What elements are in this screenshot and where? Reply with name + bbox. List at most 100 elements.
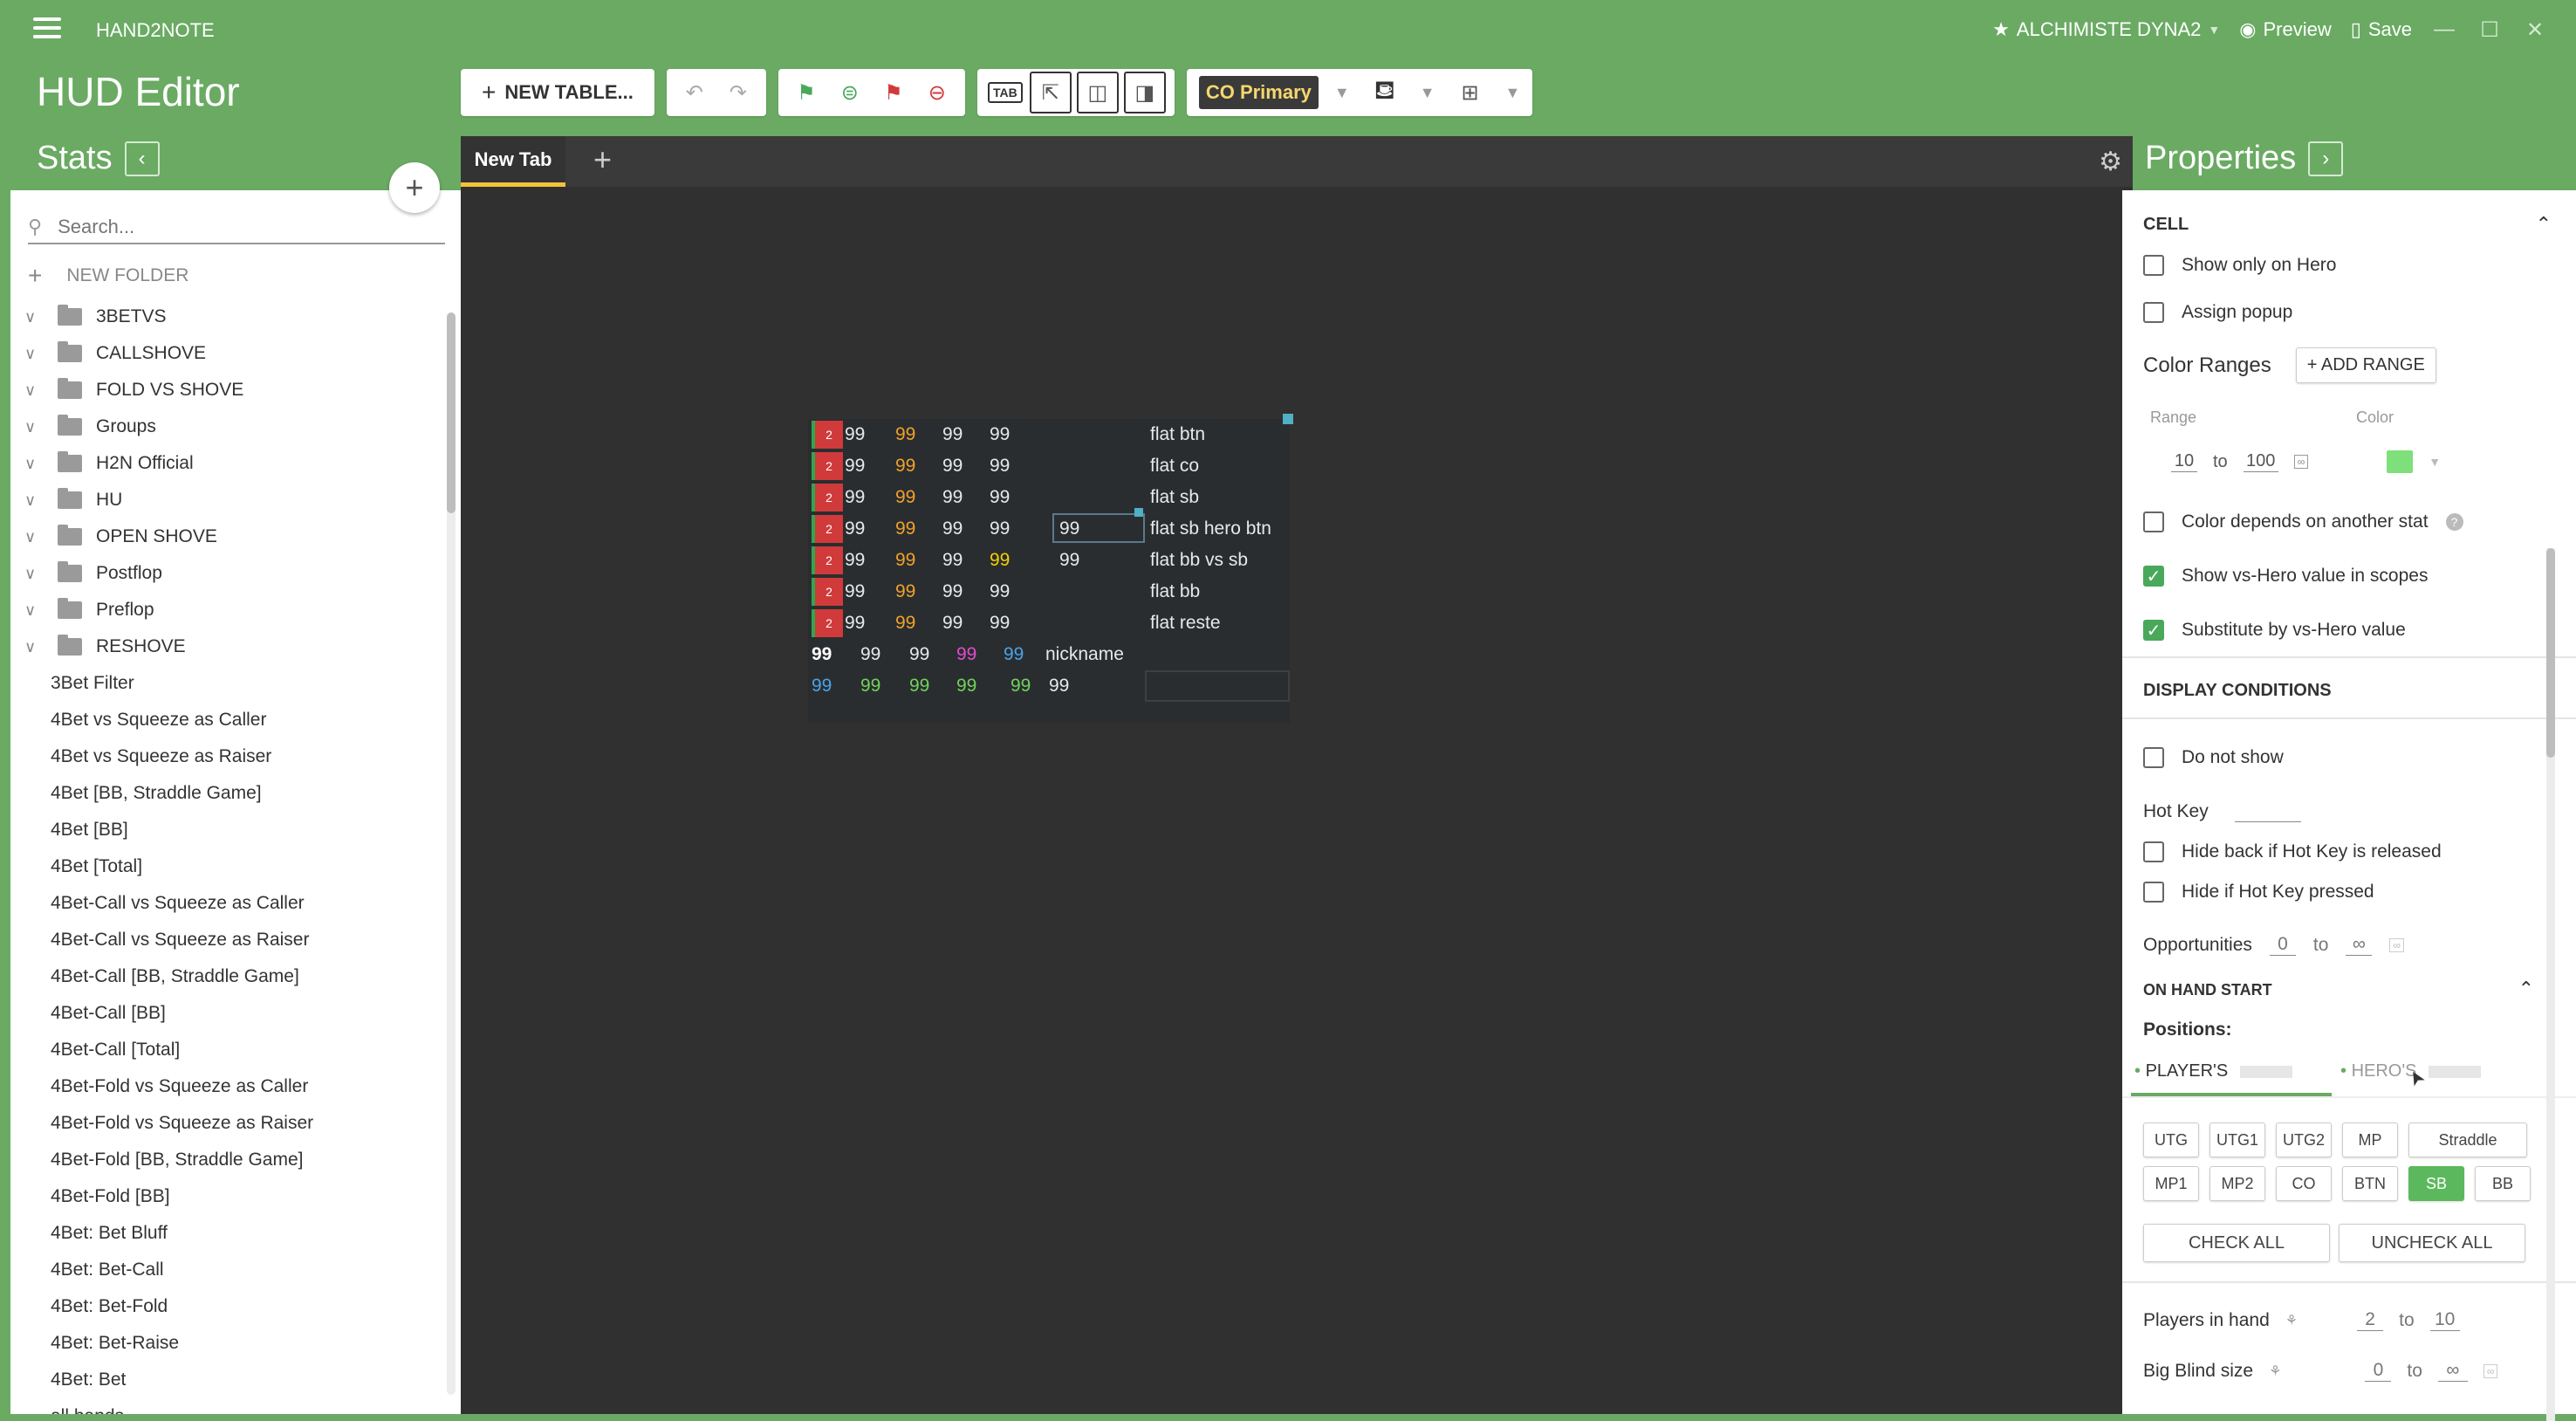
hud-nickname-cell[interactable]: nickname	[1045, 644, 1124, 665]
chevron-down-icon[interactable]: ▼	[1334, 84, 1350, 102]
hud-stat-cell[interactable]: 99	[895, 456, 915, 477]
add-stat-button[interactable]: +	[389, 162, 440, 213]
new-folder-button[interactable]: + NEW FOLDER	[28, 262, 188, 290]
hud-label-cell[interactable]: flat reste	[1150, 613, 1221, 634]
hud-badge-cell[interactable]: 2	[812, 452, 843, 480]
folder-item[interactable]: ∨ CALLSHOVE	[10, 335, 447, 372]
add-player-icon[interactable]: ⚑	[787, 73, 826, 112]
grid-icon[interactable]: ⊞	[1451, 73, 1490, 112]
position-button[interactable]: BTN	[2342, 1166, 2398, 1201]
chevron-down-icon[interactable]: ∨	[24, 455, 51, 473]
folder-item[interactable]: ∨ RESHOVE	[10, 628, 447, 665]
hud-stat-cell[interactable]: 99	[845, 487, 865, 508]
chevron-down-icon[interactable]: ∨	[24, 565, 51, 583]
hud-stat-cell[interactable]: 99	[1049, 676, 1069, 697]
hud-stat-cell[interactable]: 99	[956, 676, 976, 697]
position-button[interactable]: SB	[2408, 1166, 2464, 1201]
hud-stat-cell[interactable]: 99	[895, 487, 915, 508]
preview-button[interactable]: ◉ Preview	[2239, 18, 2331, 41]
bb-from-input[interactable]: 0	[2365, 1360, 2392, 1382]
position-button[interactable]: BB	[2475, 1166, 2531, 1201]
resize-handle[interactable]	[1283, 414, 1293, 424]
hud-stat-cell[interactable]: 99	[845, 518, 865, 539]
empty-cell[interactable]	[1145, 670, 1290, 702]
infinity-toggle-icon[interactable]: ∞	[2293, 455, 2309, 469]
position-button[interactable]: CO	[2276, 1166, 2332, 1201]
maximize-icon[interactable]: ☐	[2477, 17, 2503, 43]
stat-item[interactable]: 3Bet Filter	[10, 665, 447, 702]
folder-item[interactable]: ∨ 3BETVS	[10, 299, 447, 335]
chevron-down-icon[interactable]: ▼	[1505, 84, 1521, 102]
range-color-swatch[interactable]	[2387, 450, 2414, 473]
do-not-show-checkbox[interactable]: Do not show	[2143, 747, 2576, 768]
minimize-icon[interactable]: —	[2431, 17, 2457, 42]
hud-stat-cell[interactable]: 99	[1059, 518, 1079, 539]
hud-panel[interactable]: 2 99 99 99 99 flat btn 2 99 99 99 99 flat co 2 99 99 99…	[808, 414, 1293, 723]
hud-stat-cell[interactable]: 99	[909, 644, 929, 665]
profile-select[interactable]: CO Primary	[1198, 76, 1319, 109]
split-icon[interactable]: ◨	[1123, 72, 1166, 113]
hud-label-cell[interactable]: flat bb	[1150, 581, 1200, 602]
pih-from-input[interactable]: 2	[2357, 1309, 2384, 1331]
stat-item[interactable]: 4Bet-Fold [BB]	[10, 1178, 447, 1215]
save-button[interactable]: ▯ Save	[2351, 18, 2412, 41]
stat-item[interactable]: 4Bet vs Squeeze as Caller	[10, 702, 447, 738]
chevron-up-icon[interactable]: ⌃	[2518, 978, 2534, 1000]
hud-stat-cell[interactable]: 99	[942, 456, 963, 477]
folder-item[interactable]: ∨ Preflop	[10, 592, 447, 628]
stat-item[interactable]: 4Bet [BB]	[10, 812, 447, 848]
collapse-left-icon[interactable]: ‹	[124, 141, 160, 176]
stat-item[interactable]: 4Bet: Bet Bluff	[10, 1215, 447, 1252]
profile-selector[interactable]: ★ ALCHIMISTE DYNA2 ▼	[1992, 18, 2220, 41]
range-to-input[interactable]: 100	[2243, 451, 2278, 472]
hud-stat-cell[interactable]: 99	[895, 424, 915, 445]
bb-to-input[interactable]: ∞	[2437, 1360, 2468, 1382]
hud-stat-cell[interactable]: 99	[845, 581, 865, 602]
hud-badge-cell[interactable]: 2	[812, 578, 843, 606]
hud-stat-cell[interactable]: 99	[895, 581, 915, 602]
infinity-toggle-icon[interactable]: ∞	[2483, 1363, 2498, 1378]
folder-item[interactable]: ∨ H2N Official	[10, 445, 447, 482]
hud-canvas[interactable]: New Tab + ⚙ 2 99 99 99 99 flat btn 2 99 99 99 99 fl…	[461, 136, 2133, 1414]
paint-bucket-icon[interactable]: ⛾	[1366, 73, 1404, 112]
hud-badge-cell[interactable]: 2	[812, 609, 843, 637]
collapse-right-icon[interactable]: ›	[2308, 141, 2344, 176]
remove-player-icon[interactable]: ⚑	[874, 73, 913, 112]
hud-stat-cell[interactable]: 99	[942, 487, 963, 508]
substitute-checkbox[interactable]: ✓ Substitute by vs-Hero value	[2143, 620, 2576, 641]
uncheck-all-button[interactable]: UNCHECK ALL	[2339, 1224, 2525, 1262]
hud-badge-cell[interactable]: 2	[812, 484, 843, 511]
hud-stat-cell[interactable]: 99	[990, 424, 1010, 445]
stat-item[interactable]: 4Bet-Fold vs Squeeze as Caller	[10, 1068, 447, 1105]
chevron-down-icon[interactable]: ∨	[24, 418, 51, 436]
hud-stat-cell[interactable]: 99	[942, 613, 963, 634]
hud-stat-cell[interactable]: 99	[1004, 644, 1024, 665]
stat-item[interactable]: 4Bet: Bet-Fold	[10, 1288, 447, 1325]
hud-badge-cell[interactable]: 2	[812, 546, 843, 574]
chevron-down-icon[interactable]: ▼	[1420, 84, 1435, 102]
hud-stat-cell[interactable]: 99	[845, 424, 865, 445]
hud-badge-cell[interactable]: 2	[812, 421, 843, 449]
cursor-icon[interactable]: ⇱	[1029, 72, 1072, 113]
hud-label-cell[interactable]: flat btn	[1150, 424, 1205, 445]
add-range-button[interactable]: + ADD RANGE	[2295, 347, 2436, 383]
hud-label-cell[interactable]: flat co	[1150, 456, 1199, 477]
hide-if-checkbox[interactable]: Hide if Hot Key pressed	[2143, 882, 2576, 903]
resize-handle[interactable]	[1134, 508, 1143, 517]
hud-stat-cell[interactable]: 99	[990, 518, 1010, 539]
hud-stat-cell[interactable]: 99	[990, 550, 1010, 571]
folder-item[interactable]: ∨ OPEN SHOVE	[10, 518, 447, 555]
stat-item[interactable]: 4Bet-Call [BB]	[10, 995, 447, 1032]
hud-stat-cell[interactable]: 99	[990, 487, 1010, 508]
search-input[interactable]	[56, 215, 427, 239]
stat-item[interactable]: 4Bet: Bet	[10, 1362, 447, 1398]
menu-icon[interactable]	[33, 17, 61, 42]
redo-icon[interactable]: ↷	[719, 73, 757, 112]
hud-stat-cell[interactable]: 99	[990, 581, 1010, 602]
hud-stat-cell[interactable]: 99	[1011, 676, 1031, 697]
hud-stat-cell[interactable]: 99	[895, 518, 915, 539]
hud-stat-cell[interactable]: 99	[990, 613, 1010, 634]
hud-label-cell[interactable]: flat sb	[1150, 487, 1199, 508]
assign-popup-checkbox[interactable]: Assign popup	[2143, 302, 2576, 323]
position-button[interactable]: MP2	[2209, 1166, 2265, 1201]
